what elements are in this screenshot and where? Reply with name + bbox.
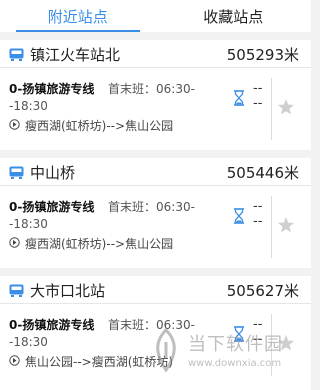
route-direction: 焦山公园-->瘦西湖(虹桥坊) [25,355,174,369]
first-last-bus: 首末班：06:30- [108,82,195,96]
divider [271,78,272,140]
station-card[interactable]: 中山桥 505446米 0-扬镇旅游专线 首末班：06:30- -18:30 瘦… [0,158,311,268]
bus-line-row[interactable]: 0-扬镇旅游专线 首末班：06:30- -18:30 瘦西湖(虹桥坊)-->焦山… [0,68,311,150]
hourglass-icon [234,326,244,342]
bus-icon [9,48,24,61]
direction-icon [9,119,20,130]
station-tabs: 附近站点 收藏站点 [0,0,311,32]
first-last-bus: 首末班：06:30- [108,318,195,332]
route-name: 0-扬镇旅游专线 [9,82,95,96]
divider [271,196,272,258]
station-distance: 505293米 [226,46,299,64]
hourglass-icon [234,90,244,106]
last-bus-time: -18:30 [9,217,48,231]
divider [271,314,272,376]
station-header[interactable]: 中山桥 505446米 [0,158,311,186]
arrival-eta: -- -- [253,199,263,229]
star-icon[interactable] [277,216,295,234]
route-direction: 瘦西湖(虹桥坊)-->焦山公园 [25,237,174,251]
hourglass-icon [234,208,244,224]
first-last-bus: 首末班：06:30- [108,200,195,214]
last-bus-time: -18:30 [9,99,48,113]
station-name: 大市口北站 [30,282,106,300]
arrival-eta: -- -- [253,317,263,347]
bus-line-row[interactable]: 0-扬镇旅游专线 首末班：06:30- -18:30 焦山公园-->瘦西湖(虹桥… [0,304,311,386]
station-name: 中山桥 [30,164,76,182]
direction-icon [9,355,20,366]
bus-icon [9,166,24,179]
station-distance: 505627米 [226,282,299,300]
station-header[interactable]: 大市口北站 505627米 [0,276,311,304]
route-name: 0-扬镇旅游专线 [9,318,95,332]
arrival-eta: -- -- [253,81,263,111]
last-bus-time: -18:30 [9,335,48,349]
route-direction: 瘦西湖(虹桥坊)-->焦山公园 [25,119,174,133]
direction-icon [9,237,20,248]
star-icon[interactable] [277,334,295,352]
station-distance: 505446米 [226,164,299,182]
route-name: 0-扬镇旅游专线 [9,200,95,214]
star-icon[interactable] [277,98,295,116]
station-card[interactable]: 大市口北站 505627米 0-扬镇旅游专线 首末班：06:30- -18:30… [0,276,311,390]
station-card[interactable]: 镇江火车站北 505293米 0-扬镇旅游专线 首末班：06:30- -18:3… [0,40,311,150]
station-name: 镇江火车站北 [30,46,121,64]
tab-favorite-stations[interactable]: 收藏站点 [156,0,312,32]
tab-nearby-stations[interactable]: 附近站点 [0,0,156,32]
bus-line-row[interactable]: 0-扬镇旅游专线 首末班：06:30- -18:30 瘦西湖(虹桥坊)-->焦山… [0,186,311,268]
station-header[interactable]: 镇江火车站北 505293米 [0,40,311,68]
bus-icon [9,284,24,297]
